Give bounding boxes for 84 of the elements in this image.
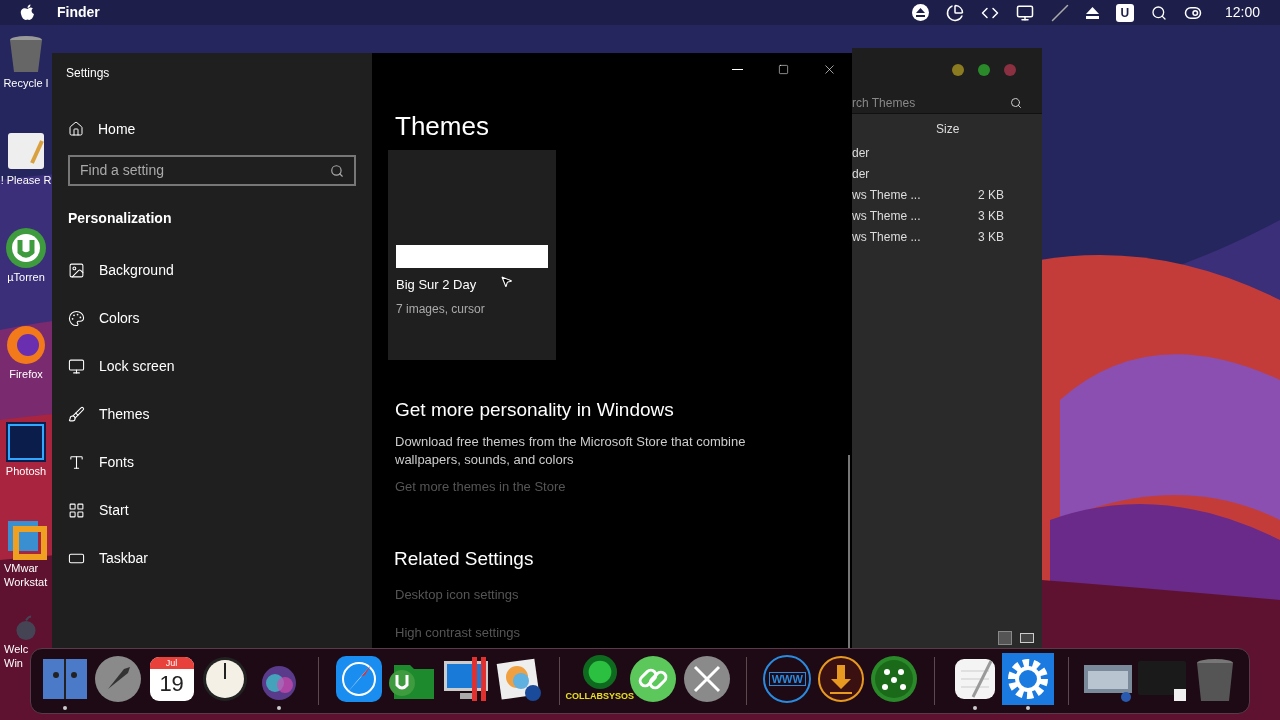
fox-globe-icon: [4, 323, 48, 367]
home-icon: [68, 121, 84, 137]
dock-item[interactable]: WWW: [763, 652, 812, 710]
file-row[interactable]: ws Theme ... 3 KB: [852, 226, 1042, 247]
computer-icon: [441, 655, 490, 703]
globe-caption: WWW: [768, 672, 806, 686]
desktop-icon-label[interactable]: Photosh: [5, 464, 47, 478]
description-text: Download free themes from the Microsoft Store that combine wallpapers, sounds, and colors: [395, 433, 747, 469]
grid-icon: [68, 501, 85, 519]
file-row[interactable]: der: [852, 142, 1042, 163]
column-header[interactable]: Size: [936, 120, 960, 138]
font-icon: [68, 453, 85, 471]
sidebar-item[interactable]: Themes: [68, 390, 356, 438]
theme-details: 7 images, cursor: [396, 300, 486, 318]
wrench-screwdriver-icon: [682, 655, 731, 703]
search-icon: [330, 163, 344, 178]
page-heading: Themes: [395, 110, 490, 142]
file-name: ws Theme ...: [852, 186, 922, 204]
monitor-icon: [68, 357, 85, 375]
calendar-month: Jul: [149, 657, 194, 669]
apple-icon[interactable]: [20, 4, 35, 21]
home-nav-item[interactable]: Home: [68, 119, 356, 139]
desktop-icon-label[interactable]: Workstat: [4, 575, 48, 589]
people-group-icon: [870, 655, 919, 703]
gallery-view-icon[interactable]: [1020, 633, 1034, 643]
download-icon: [816, 655, 865, 703]
display-icon[interactable]: [1015, 3, 1034, 22]
file-size: 2 KB: [977, 186, 1004, 204]
file-row[interactable]: der: [852, 163, 1042, 184]
eject-icon[interactable]: [1085, 6, 1099, 19]
desktop-icon-label[interactable]: Welc: [4, 642, 29, 656]
desktop-icon-label[interactable]: Recycle I: [3, 76, 49, 90]
scrollbar[interactable]: [848, 455, 850, 648]
desktop-icon-label[interactable]: ! Please R: [0, 173, 52, 187]
dock-item[interactable]: [1002, 652, 1054, 710]
rocket-icon: [94, 655, 143, 703]
search-icon[interactable]: [1150, 4, 1167, 21]
search-field[interactable]: Find a setting: [68, 155, 356, 186]
file-size: 3 KB: [977, 207, 1004, 225]
brush-icon: [68, 405, 85, 423]
search-icon: [1010, 96, 1022, 109]
maximize-icon: [777, 64, 789, 75]
sidebar-item[interactable]: Background: [68, 246, 356, 294]
image-icon: [68, 261, 85, 279]
theme-name: Big Sur 2 Day: [396, 276, 477, 294]
file-size: 3 KB: [977, 228, 1004, 246]
sidebar-item[interactable]: Taskbar: [68, 534, 356, 582]
calendar-day: 19: [159, 669, 184, 699]
minimize-button[interactable]: [952, 64, 964, 76]
desktop-icon-label[interactable]: µTorren: [7, 270, 45, 284]
theme-card[interactable]: Big Sur 2 Day 7 images, cursor: [388, 150, 556, 360]
app-menu[interactable]: Finder: [57, 2, 100, 23]
sidebar-item[interactable]: Fonts: [68, 438, 356, 486]
zoom-button[interactable]: [978, 64, 990, 76]
sidebar-item[interactable]: Start: [68, 486, 356, 534]
menu-clock: 12:00: [1224, 3, 1260, 22]
desktop-icon-label[interactable]: VMwar: [4, 561, 39, 575]
file-row[interactable]: ws Theme ... 2 KB: [852, 184, 1042, 205]
section-heading: Get more personality in Windows: [395, 397, 675, 422]
section-heading: Related Settings: [394, 546, 535, 571]
desktop-icon-label[interactable]: Win: [4, 656, 23, 670]
desktop-icon-label[interactable]: Firefox: [9, 367, 43, 381]
palette-icon: [68, 309, 85, 327]
window-title: Settings: [66, 65, 111, 82]
section-heading: Personalization: [68, 209, 173, 228]
u-badge[interactable]: U: [1115, 3, 1134, 22]
clock-icon: [201, 655, 250, 703]
dock-item[interactable]: Jul 19: [149, 652, 194, 710]
file-name: ws Theme ...: [852, 228, 922, 246]
file-name: ws Theme ...: [852, 207, 922, 225]
sidebar-item[interactable]: Colors: [68, 294, 356, 342]
file-row[interactable]: ws Theme ... 3 KB: [852, 205, 1042, 226]
cursor-icon: [500, 275, 513, 288]
file-name: der: [852, 165, 871, 183]
sidebar-item[interactable]: Lock screen: [68, 342, 356, 390]
settings-icon: [1002, 653, 1054, 705]
torrent-icon: [4, 226, 48, 270]
file-name: der: [852, 144, 871, 162]
orb-icon: [581, 654, 618, 690]
photo-editor-icon: [4, 420, 48, 464]
minimize-icon: [731, 69, 743, 70]
logo-caption: COLLABSYSOS: [565, 690, 635, 702]
eject-icon[interactable]: [911, 4, 929, 21]
compass-icon: [335, 655, 383, 703]
